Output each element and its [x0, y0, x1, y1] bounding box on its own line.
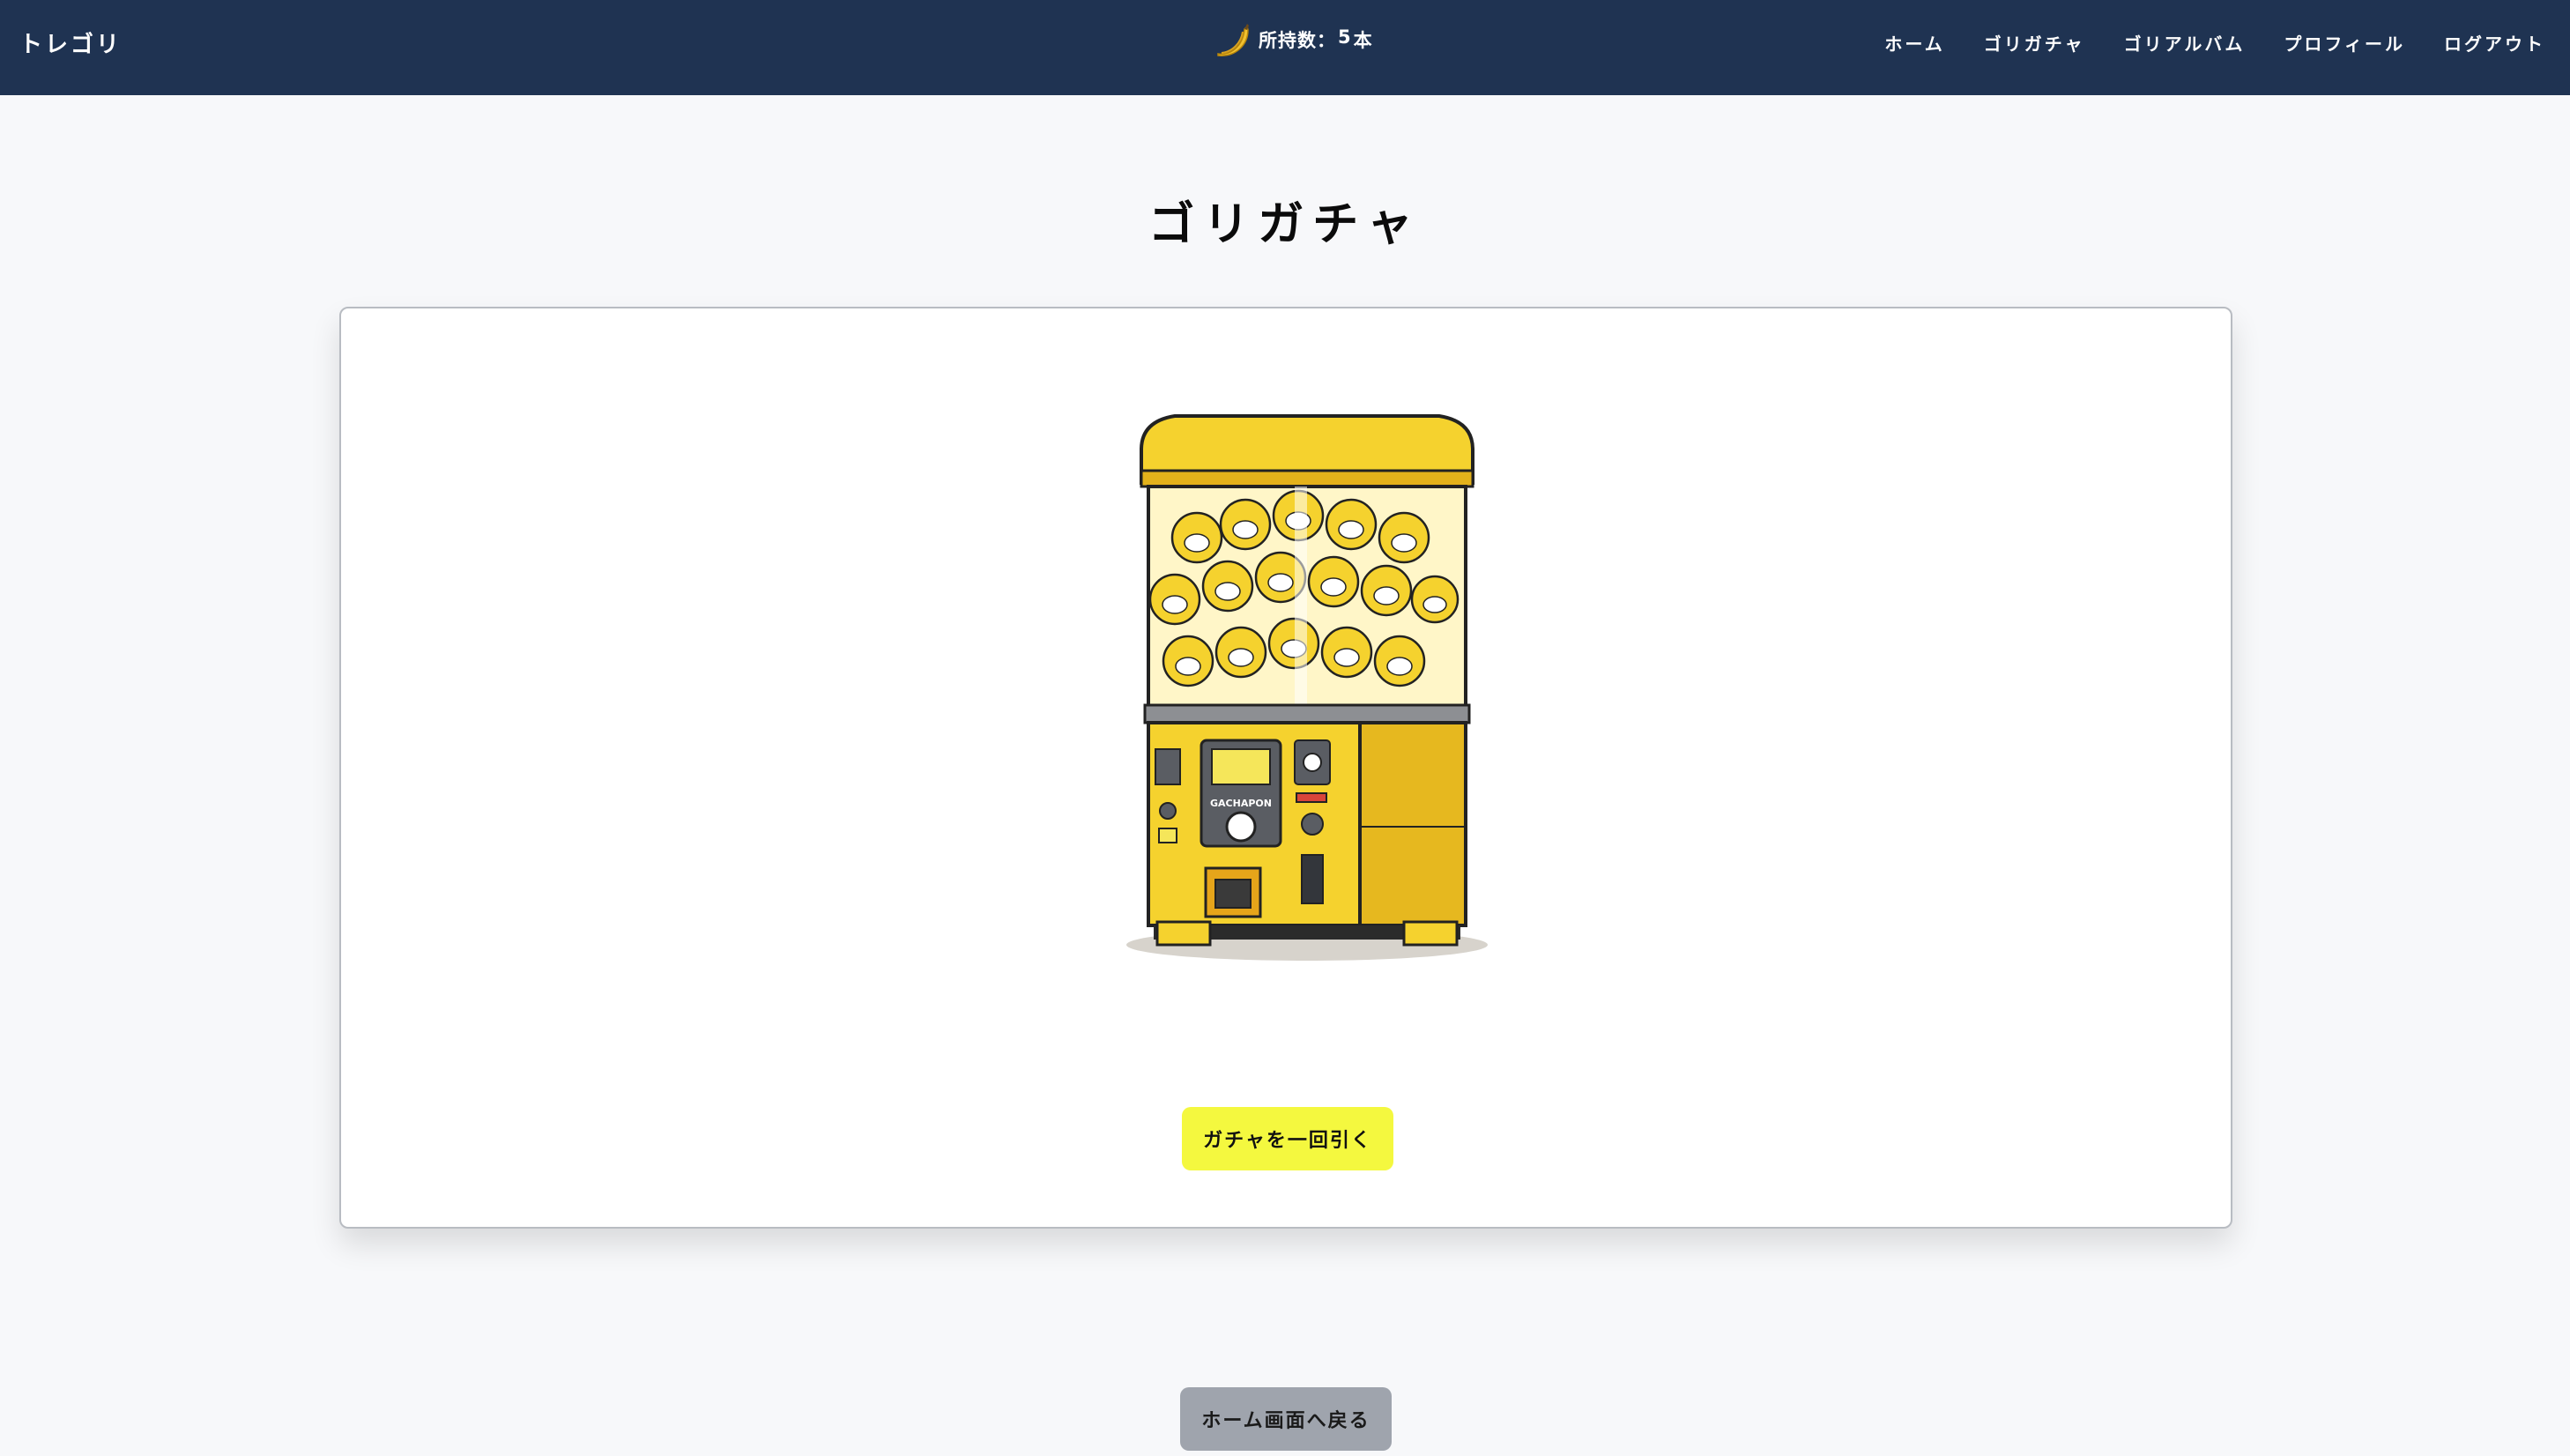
- balance-text: 所持数： 5 本: [1259, 26, 1373, 53]
- nav-link-album[interactable]: ゴリアルバム: [2124, 30, 2246, 56]
- nav-link-profile[interactable]: プロフィール: [2284, 30, 2405, 56]
- nav-link-gacha[interactable]: ゴリガチャ: [1984, 30, 2085, 56]
- gacha-card: GACHAPON ガチャを一回引く: [339, 307, 2232, 1229]
- banana-balance: 所持数： 5 本: [1209, 18, 1373, 62]
- gacha-machine-illustration: GACHAPON: [1126, 414, 1488, 961]
- top-navbar: トレゴリ 所持数： 5 本 ホーム ゴリガチャ ゴリアルバム プロフィール ログ…: [0, 0, 2570, 95]
- machine-label: GACHAPON: [1210, 798, 1272, 809]
- brand-logo[interactable]: トレゴリ: [19, 26, 122, 59]
- banana-icon: [1217, 24, 1249, 56]
- back-to-home-button[interactable]: ホーム画面へ戻る: [1180, 1387, 1392, 1451]
- nav-links: ホーム ゴリガチャ ゴリアルバム プロフィール ログアウト: [1884, 30, 2545, 56]
- balance-label: 所持数：: [1259, 30, 1336, 51]
- page-title: ゴリガチャ: [1148, 198, 1422, 251]
- balance-count: 5: [1338, 26, 1352, 48]
- balance-unit: 本: [1353, 30, 1373, 51]
- nav-link-home[interactable]: ホーム: [1884, 30, 1944, 56]
- draw-gacha-button[interactable]: ガチャを一回引く: [1182, 1107, 1393, 1170]
- nav-link-logout[interactable]: ログアウト: [2444, 30, 2545, 56]
